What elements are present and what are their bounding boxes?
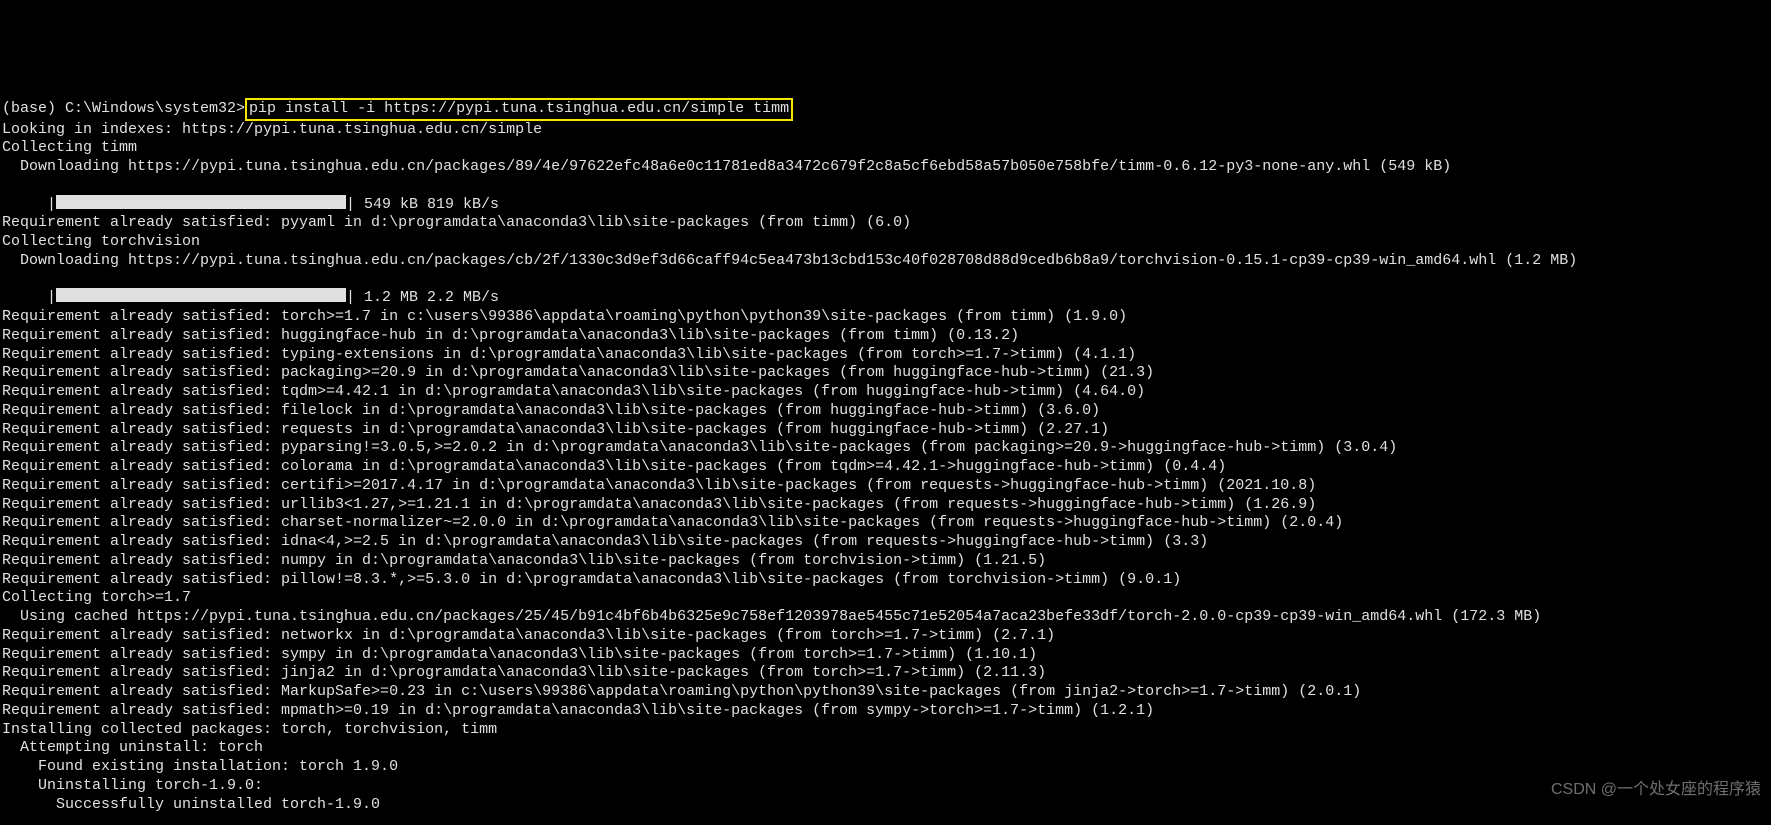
- output-line: Requirement already satisfied: huggingfa…: [2, 327, 1769, 346]
- output-line: Collecting timm: [2, 139, 1769, 158]
- output-line: Requirement already satisfied: pyyaml in…: [2, 214, 1769, 233]
- output-line: Collecting torchvision: [2, 233, 1769, 252]
- output-line: Requirement already satisfied: charset-n…: [2, 514, 1769, 533]
- output-line: Requirement already satisfied: certifi>=…: [2, 477, 1769, 496]
- prompt-line: (base) C:\Windows\system32>pip install -…: [2, 100, 793, 117]
- output-line: Requirement already satisfied: networkx …: [2, 627, 1769, 646]
- output-line: Requirement already satisfied: colorama …: [2, 458, 1769, 477]
- output-line: Found existing installation: torch 1.9.0: [2, 758, 1769, 777]
- output-line: Requirement already satisfied: pyparsing…: [2, 439, 1769, 458]
- output-line: Installing collected packages: torch, to…: [2, 721, 1769, 740]
- progress-fill: [56, 195, 346, 209]
- progress-bar-2: || 1.2 MB 2.2 MB/s: [2, 289, 499, 306]
- output-line: Looking in indexes: https://pypi.tuna.ts…: [2, 121, 1769, 140]
- progress-bar-1: || 549 kB 819 kB/s: [2, 196, 499, 213]
- output-line: Requirement already satisfied: tqdm>=4.4…: [2, 383, 1769, 402]
- output-line: Requirement already satisfied: mpmath>=0…: [2, 702, 1769, 721]
- output-line: Requirement already satisfied: packaging…: [2, 364, 1769, 383]
- prompt-prefix: (base) C:\Windows\system32>: [2, 100, 245, 117]
- output-line: Uninstalling torch-1.9.0:: [2, 777, 1769, 796]
- progress-text-2: 1.2 MB 2.2 MB/s: [355, 289, 499, 306]
- progress-fill: [56, 288, 346, 302]
- output-line: Requirement already satisfied: filelock …: [2, 402, 1769, 421]
- output-line: Requirement already satisfied: MarkupSaf…: [2, 683, 1769, 702]
- output-line: Requirement already satisfied: jinja2 in…: [2, 664, 1769, 683]
- output-line: Requirement already satisfied: typing-ex…: [2, 346, 1769, 365]
- output-line: Downloading https://pypi.tuna.tsinghua.e…: [2, 158, 1769, 177]
- output-line: Requirement already satisfied: requests …: [2, 421, 1769, 440]
- output-line: Requirement already satisfied: idna<4,>=…: [2, 533, 1769, 552]
- output-line: Requirement already satisfied: sympy in …: [2, 646, 1769, 665]
- progress-text-1: 549 kB 819 kB/s: [355, 196, 499, 213]
- output-line: Attempting uninstall: torch: [2, 739, 1769, 758]
- output-line: Requirement already satisfied: pillow!=8…: [2, 571, 1769, 590]
- command-text: pip install -i https://pypi.tuna.tsinghu…: [249, 100, 789, 117]
- output-line: Requirement already satisfied: torch>=1.…: [2, 308, 1769, 327]
- output-line: Successfully uninstalled torch-1.9.0: [2, 796, 1769, 815]
- command-highlight: pip install -i https://pypi.tuna.tsinghu…: [245, 98, 793, 121]
- terminal-output[interactable]: (base) C:\Windows\system32>pip install -…: [0, 75, 1771, 825]
- output-line: Requirement already satisfied: urllib3<1…: [2, 496, 1769, 515]
- output-line: Requirement already satisfied: numpy in …: [2, 552, 1769, 571]
- output-line: Collecting torch>=1.7: [2, 589, 1769, 608]
- output-line: Using cached https://pypi.tuna.tsinghua.…: [2, 608, 1769, 627]
- output-line: Downloading https://pypi.tuna.tsinghua.e…: [2, 252, 1769, 271]
